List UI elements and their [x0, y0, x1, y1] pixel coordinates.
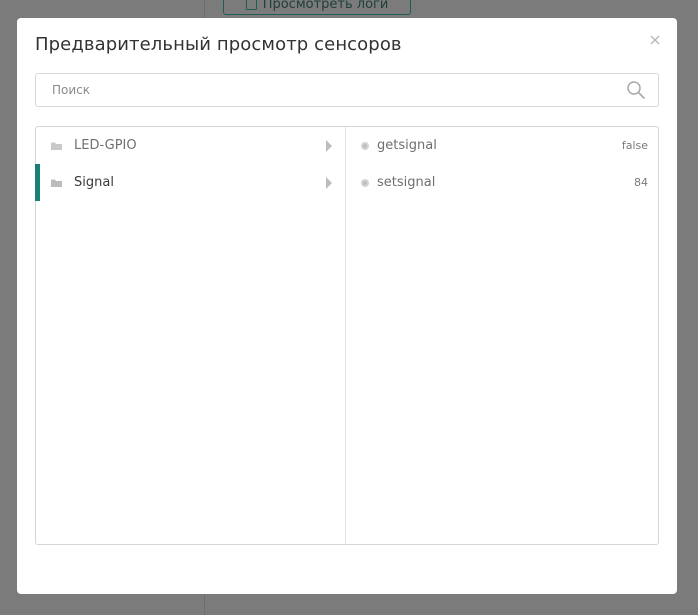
sensor-list: getsignal false setsignal 84 — [346, 127, 658, 544]
background-view-logs-label: Просмотреть логи — [262, 0, 389, 12]
close-button[interactable] — [647, 32, 663, 48]
sensor-name: getsignal — [377, 138, 437, 153]
search-icon[interactable] — [626, 80, 646, 100]
group-list: LED-GPIO Signal — [35, 127, 346, 544]
background-view-logs-button: Просмотреть логи — [223, 0, 411, 15]
sensor-item-getsignal[interactable]: getsignal false — [346, 127, 658, 164]
group-label: Signal — [74, 175, 114, 190]
folder-icon — [51, 179, 62, 187]
group-item-signal[interactable]: Signal — [35, 164, 345, 201]
logs-icon — [245, 0, 257, 10]
group-item-led-gpio[interactable]: LED-GPIO — [36, 127, 345, 164]
sensor-value: 84 — [634, 176, 648, 189]
folder-icon — [51, 142, 62, 150]
modal-title: Предварительный просмотр сенсоров — [35, 34, 402, 55]
search-box — [35, 73, 659, 107]
group-label: LED-GPIO — [74, 138, 137, 153]
sensor-preview-modal: Предварительный просмотр сенсоров LED-GP… — [17, 18, 677, 594]
search-input[interactable] — [36, 74, 626, 106]
sensor-item-setsignal[interactable]: setsignal 84 — [346, 164, 658, 201]
sensor-value: false — [621, 139, 648, 152]
sensor-dot-icon — [361, 178, 369, 187]
sensor-browser-panel: LED-GPIO Signal getsignal false setsigna… — [35, 126, 659, 545]
chevron-right-icon — [326, 139, 332, 152]
sensor-dot-icon — [361, 141, 369, 150]
sensor-name: setsignal — [377, 175, 436, 190]
active-indicator — [35, 164, 40, 201]
close-icon — [650, 35, 660, 45]
chevron-right-icon — [326, 176, 332, 189]
